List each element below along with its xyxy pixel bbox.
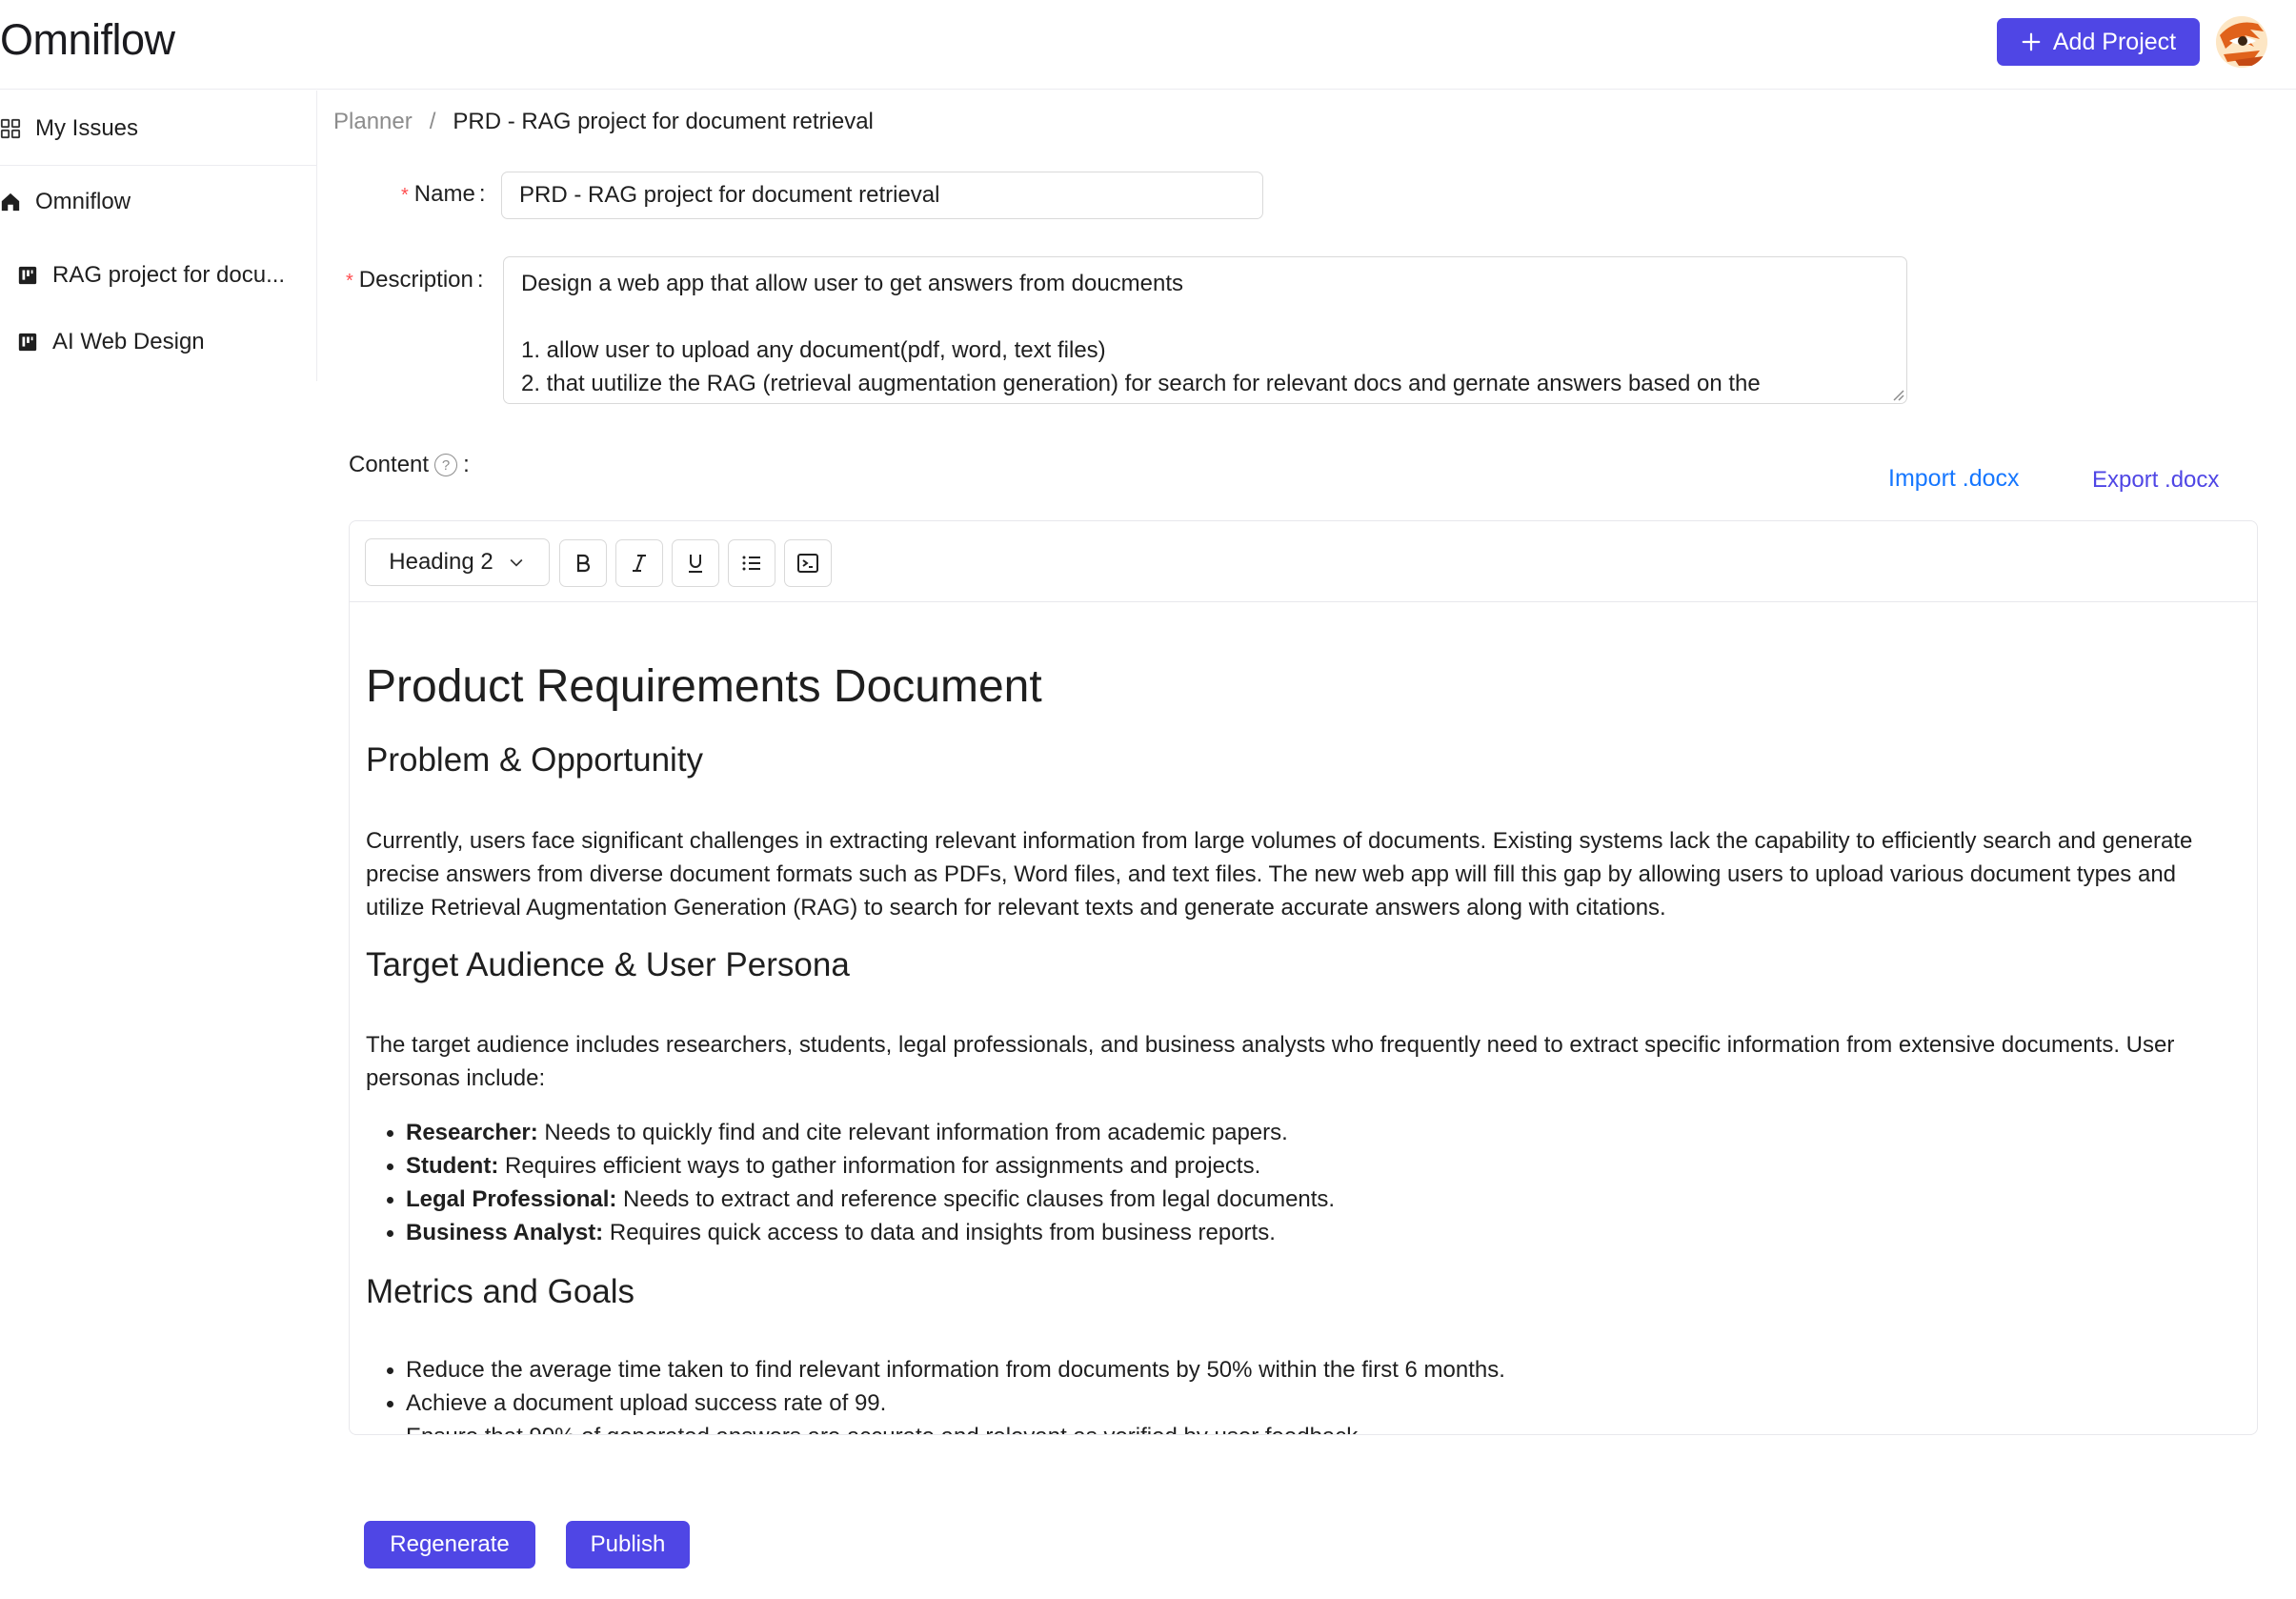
description-line: 2. that uutilize the RAG (retrieval augm… [521,371,1761,396]
home-icon [1,192,20,212]
list-item-text: Needs to extract and reference specific … [616,1186,1336,1212]
sidebar-divider [0,165,317,166]
rich-text-editor[interactable]: Heading 2 Product Requirements Document … [349,520,2258,1435]
name-label-text: Name [413,181,475,207]
list-item-text: Needs to quickly find and cite relevant … [537,1120,1288,1145]
list-item-bold: Student: [406,1153,499,1179]
name-input[interactable]: PRD - RAG project for document retrieval [501,172,1263,219]
persona-list: Researcher: Needs to quickly find and ci… [386,1116,1336,1249]
sidebar-item-label: Omniflow [35,189,131,214]
sidebar: My Issues Omniflow RAG project for docu.… [0,91,317,381]
list-item: Ensure that 90% of generated answers are… [406,1420,1505,1434]
list-item: Student: Requires efficient ways to gath… [386,1149,1335,1183]
required-mark: * [401,185,409,206]
label-colon: : [463,452,470,477]
description-line: 1. allow user to upload any document(pdf… [521,337,1106,363]
sidebar-item-label: AI Web Design [52,329,205,354]
export-docx-button[interactable]: Export .docx [2092,467,2219,494]
sidebar-item-label: My Issues [35,115,139,141]
description-label-text: Description [358,267,473,293]
breadcrumb-planner[interactable]: Planner [333,109,413,135]
label-colon: : [478,181,486,207]
list-item-text: Requires quick access to data and insigh… [603,1220,1276,1245]
description-label: * Description: [346,267,484,293]
italic-button[interactable] [615,539,663,587]
sidebar-item-ai-web-design[interactable]: AI Web Design [17,329,205,355]
sidebar-item-my-issues[interactable]: My Issues [0,115,138,142]
bold-icon [576,554,591,573]
label-colon: : [476,267,484,293]
list-item: Reduce the average time taken to find re… [387,1353,1505,1386]
list-item: Legal Professional: Needs to extract and… [386,1183,1336,1216]
content-label-text: Content [349,452,430,477]
list-item: Business Analyst: Requires quick access … [386,1216,1335,1249]
required-mark: * [346,271,353,292]
grid-icon [0,118,21,139]
add-project-label: Add Project [2052,28,2177,55]
description-line: Design a web app that allow user to get … [521,271,1184,296]
list-item-text: Requires efficient ways to gather inform… [498,1153,1261,1179]
chevron-down-icon [510,558,523,567]
list-item-bold: Researcher: [406,1120,538,1145]
description-textarea[interactable]: Design a web app that allow user to get … [503,256,1907,404]
list-item: Achieve a document upload success rate o… [387,1386,1505,1420]
plus-icon [2022,32,2041,51]
list-item-bold: Legal Professional: [406,1186,617,1212]
board-icon [18,333,37,352]
section-paragraph: Currently, users face significant challe… [366,828,2193,921]
app-logo[interactable]: Omniflow [0,15,175,65]
resize-handle-icon[interactable] [1891,388,1904,401]
name-label: * Name: [401,181,486,208]
metrics-list: Reduce the average time taken to find re… [387,1353,1505,1434]
code-block-button[interactable] [784,539,832,587]
breadcrumb: Planner / PRD - RAG project for document… [333,109,874,135]
bullet-list-button[interactable] [728,539,775,587]
top-bar: Omniflow Add Project [0,0,2296,90]
add-project-button[interactable]: Add Project [1997,18,2200,66]
section-paragraph: The target audience includes researchers… [366,1032,2175,1091]
section-heading: Target Audience & User Persona [366,946,850,983]
bullet-list-icon [742,556,760,571]
underline-icon [689,555,702,573]
sidebar-item-omniflow[interactable]: Omniflow [0,189,131,215]
heading-select-value: Heading 2 [389,549,493,575]
underline-button[interactable] [672,539,719,587]
import-docx-button[interactable]: Import .docx [1888,465,2020,493]
bold-button[interactable] [559,539,607,587]
breadcrumb-current: PRD - RAG project for document retrieval [453,109,874,134]
doc-title: Product Requirements Document [366,661,1042,712]
publish-button[interactable]: Publish [566,1521,690,1569]
avatar[interactable] [2216,16,2267,68]
breadcrumb-separator: / [429,109,436,134]
description-line [521,300,1889,334]
section-heading: Problem & Opportunity [366,741,704,779]
list-item-bold: Business Analyst: [406,1220,604,1245]
regenerate-button[interactable]: Regenerate [364,1521,535,1569]
content-label: Content ? : [349,452,470,478]
board-icon [18,266,37,285]
editor-toolbar: Heading 2 [350,521,2257,602]
list-item: Researcher: Needs to quickly find and ci… [386,1116,1335,1149]
italic-icon [633,555,646,572]
sidebar-item-rag-project[interactable]: RAG project for docu... [17,262,285,289]
help-icon[interactable]: ? [434,454,458,476]
heading-select[interactable]: Heading 2 [365,538,550,586]
sidebar-item-label: RAG project for docu... [52,262,286,288]
code-block-icon [797,554,818,573]
section-heading: Metrics and Goals [366,1273,635,1310]
